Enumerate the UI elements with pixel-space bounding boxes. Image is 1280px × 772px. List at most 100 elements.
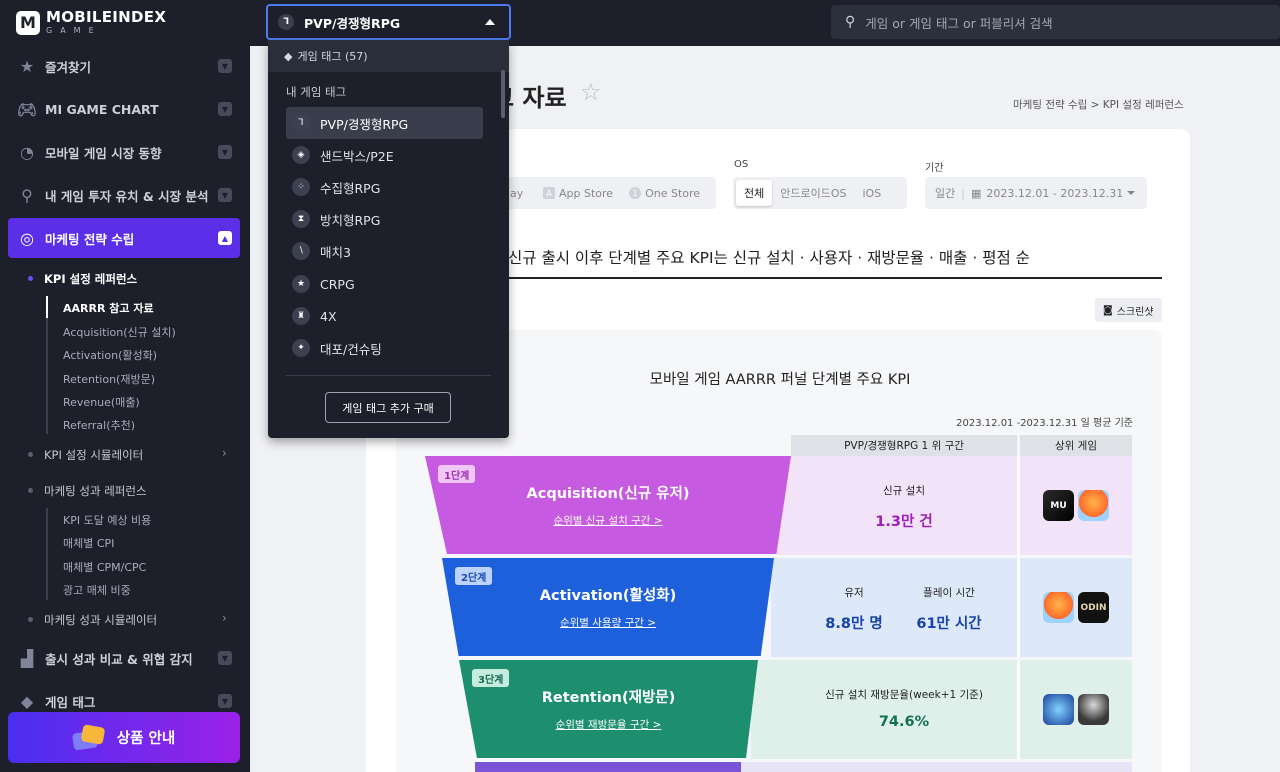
subnav-item-retention[interactable]: Retention(재방문) xyxy=(63,371,155,387)
game-tag-select[interactable]: ⅂ PVP/경쟁형RPG xyxy=(266,4,511,40)
subnav-kpi-reference[interactable]: KPI 설정 레퍼런스 xyxy=(44,271,137,287)
tag-icon: ◆ xyxy=(20,691,34,711)
chevron-down-icon: ▼ xyxy=(218,145,232,159)
nav-launch-comparison[interactable]: ▟ 출시 성과 비교 & 위협 감지 ▼ xyxy=(8,638,240,678)
os-segment: 전체 안드로이드OS iOS xyxy=(733,177,907,209)
stage-rank-link[interactable]: 순위별 재방문율 구간 > xyxy=(556,717,662,732)
tag-icon: ◆ xyxy=(284,49,293,63)
top-games-stage2: ODIN xyxy=(1043,592,1109,623)
nav-favorites[interactable]: ★ 즐겨찾기 ▼ xyxy=(8,46,240,86)
bar-chart-icon: ▟ xyxy=(20,648,34,668)
search-icon: ⚲ xyxy=(845,14,856,30)
search-chart-icon: ⚲ xyxy=(21,185,33,205)
dropdown-tag-count[interactable]: ◆ 게임 태그 (57) xyxy=(268,40,509,72)
camera-icon: ◙ xyxy=(1103,304,1113,316)
bullet xyxy=(28,276,33,281)
chevron-down-icon: ▼ xyxy=(218,188,232,202)
subnav-marketing-simulator[interactable]: 마케팅 성과 시뮬레이터 xyxy=(44,612,157,628)
os-ios[interactable]: iOS xyxy=(855,180,890,206)
product-info-button[interactable]: 상품 안내 xyxy=(8,712,240,763)
caret-up-icon xyxy=(485,19,495,25)
nav-investment-analysis[interactable]: ⚲ 내 게임 투자 유치 & 시장 분석 ▼ xyxy=(8,175,240,215)
tag-option-collection-rpg[interactable]: ⁘ 수집형RPG xyxy=(286,171,483,203)
stage-rank-link[interactable]: 순위별 사용량 구간 > xyxy=(560,615,656,630)
col-header-top-games: 상위 게임 xyxy=(1020,435,1132,456)
subnav-item-aarrr[interactable]: AARRR 참고 자료 xyxy=(63,300,154,316)
game-icon-stage3-a[interactable] xyxy=(1043,694,1074,725)
breadcrumb: 마케팅 전략 수립 > KPI 설정 레퍼런스 xyxy=(1013,99,1184,111)
subnav-item-acquisition[interactable]: Acquisition(신규 설치) xyxy=(63,324,176,340)
metric-retention-rate: 신규 설치 재방문율(week+1 기준) 74.6% xyxy=(825,689,983,730)
subnav-item-cpm-cpc[interactable]: 매체별 CPM/CPC xyxy=(63,559,146,575)
stage-rank-link[interactable]: 순위별 신규 설치 구간 > xyxy=(553,513,662,528)
period-select[interactable]: 일간 | ▦ 2023.12.01 - 2023.12.31 xyxy=(925,177,1147,209)
game-icon-mushroom[interactable] xyxy=(1043,592,1074,623)
period-label: 기간 xyxy=(925,163,944,174)
os-android[interactable]: 안드로이드OS xyxy=(772,180,854,206)
nav-marketing-strategy[interactable]: ◎ 마케팅 전략 수립 ▲ xyxy=(8,218,240,258)
star-icon: ★ xyxy=(19,56,35,76)
subnav-item-revenue[interactable]: Revenue(매출) xyxy=(63,394,140,410)
nav-label: 마케팅 전략 수립 xyxy=(45,231,135,247)
funnel-stage-4 xyxy=(475,762,741,772)
nav-label: 내 게임 투자 유치 & 시장 분석 xyxy=(45,188,209,204)
chevron-down-icon: ▼ xyxy=(218,694,232,708)
funnel-stage-acquisition: 1단계 Acquisition(신규 유저) 순위별 신규 설치 구간 > xyxy=(425,456,791,554)
top-games-stage1: MU xyxy=(1043,490,1109,521)
metric-play-time: 플레이 시간 61만 시간 xyxy=(916,587,982,632)
cube-icon: ◈ xyxy=(292,146,310,164)
nav-label: 출시 성과 비교 & 위협 감지 xyxy=(45,651,193,667)
store-app-store[interactable]: A App Store xyxy=(535,180,621,206)
tag-option-cannon-shooting[interactable]: ✦ 대포/건슈팅 xyxy=(286,332,483,364)
nav-market-trends[interactable]: ◔ 모바일 게임 시장 동향 ▼ xyxy=(8,132,240,172)
bullet xyxy=(28,488,33,493)
match-icon: ∖ xyxy=(292,242,310,260)
nav-label: 게임 태그 xyxy=(45,694,96,710)
chevron-down-icon: ▼ xyxy=(218,651,232,665)
nav-game-chart[interactable]: 🎮︎ MI GAME CHART ▼ xyxy=(8,89,240,129)
tag-option-pvp-rpg[interactable]: ⅂ PVP/경쟁형RPG xyxy=(286,107,483,139)
tag-option-match3[interactable]: ∖ 매치3 xyxy=(286,235,483,267)
game-icon-mu[interactable]: MU xyxy=(1043,490,1074,521)
group-icon: ⁘ xyxy=(292,178,310,196)
subnav-marketing-reference[interactable]: 마케팅 성과 레퍼런스 xyxy=(44,483,147,499)
os-all[interactable]: 전체 xyxy=(736,180,773,206)
dropdown-scrollbar[interactable] xyxy=(501,70,505,118)
tag-option-crpg[interactable]: ★ CRPG xyxy=(286,268,483,300)
game-icon-mushroom[interactable] xyxy=(1078,490,1109,521)
chevron-up-icon: ▲ xyxy=(218,231,232,245)
subnav-item-cpi[interactable]: 매체별 CPI xyxy=(63,535,114,551)
tag-badge-icon: ⅂ xyxy=(278,14,294,30)
gamepad-icon: 🎮︎ xyxy=(16,99,38,119)
subnav-item-referral[interactable]: Referral(추천) xyxy=(63,417,135,433)
os-label: OS xyxy=(734,159,749,170)
favorite-star-icon[interactable]: ☆ xyxy=(580,78,602,106)
search-input[interactable]: ⚲ 게임 or 게임 태그 or 퍼블리셔 검색 xyxy=(831,5,1280,39)
subnav-kpi-simulator[interactable]: KPI 설정 시뮬레이터 xyxy=(44,447,143,463)
screenshot-button[interactable]: ◙ 스크린샷 xyxy=(1095,298,1162,322)
tag-option-4x[interactable]: ♜ 4X xyxy=(286,300,483,332)
bullet xyxy=(28,617,33,622)
dropdown-divider xyxy=(286,375,491,376)
funnel-stage-activation: 2단계 Activation(활성화) 순위별 사용량 구간 > xyxy=(442,558,774,656)
subnav-line-active xyxy=(46,296,48,318)
subnav-item-ad-share[interactable]: 광고 매체 비중 xyxy=(63,582,131,598)
game-icon-odin[interactable]: ODIN xyxy=(1078,592,1109,623)
metric-new-installs: 신규 설치 1.3만 건 xyxy=(875,485,933,530)
subnav-item-kpi-cost[interactable]: KPI 도달 예상 비용 xyxy=(63,512,151,528)
logo[interactable]: M MOBILEINDEX GAME xyxy=(16,10,166,35)
stage-title: Activation(활성화) xyxy=(539,588,677,604)
castle-icon: ♜ xyxy=(292,307,310,325)
funnel-stage-retention: 3단계 Retention(재방문) 순위별 재방문율 구간 > xyxy=(459,660,758,758)
product-info-label: 상품 안내 xyxy=(116,731,176,747)
buy-game-tag-button[interactable]: 게임 태그 추가 구매 xyxy=(325,392,451,423)
game-icon-stage3-b[interactable] xyxy=(1078,694,1109,725)
store-one-store[interactable]: 1 One Store xyxy=(621,180,708,206)
col-header-rank: PVP/경쟁형RPG 1 위 구간 xyxy=(791,435,1017,456)
tag-option-idle-rpg[interactable]: ⧗ 방치형RPG xyxy=(286,203,483,235)
stage-badge: 3단계 xyxy=(472,669,510,687)
subnav-item-activation[interactable]: Activation(활성화) xyxy=(63,347,157,363)
tag-option-sandbox-p2e[interactable]: ◈ 샌드박스/P2E xyxy=(286,139,483,171)
search-placeholder: 게임 or 게임 태그 or 퍼블리셔 검색 xyxy=(865,15,1053,31)
chevron-right-icon: › xyxy=(222,611,227,625)
